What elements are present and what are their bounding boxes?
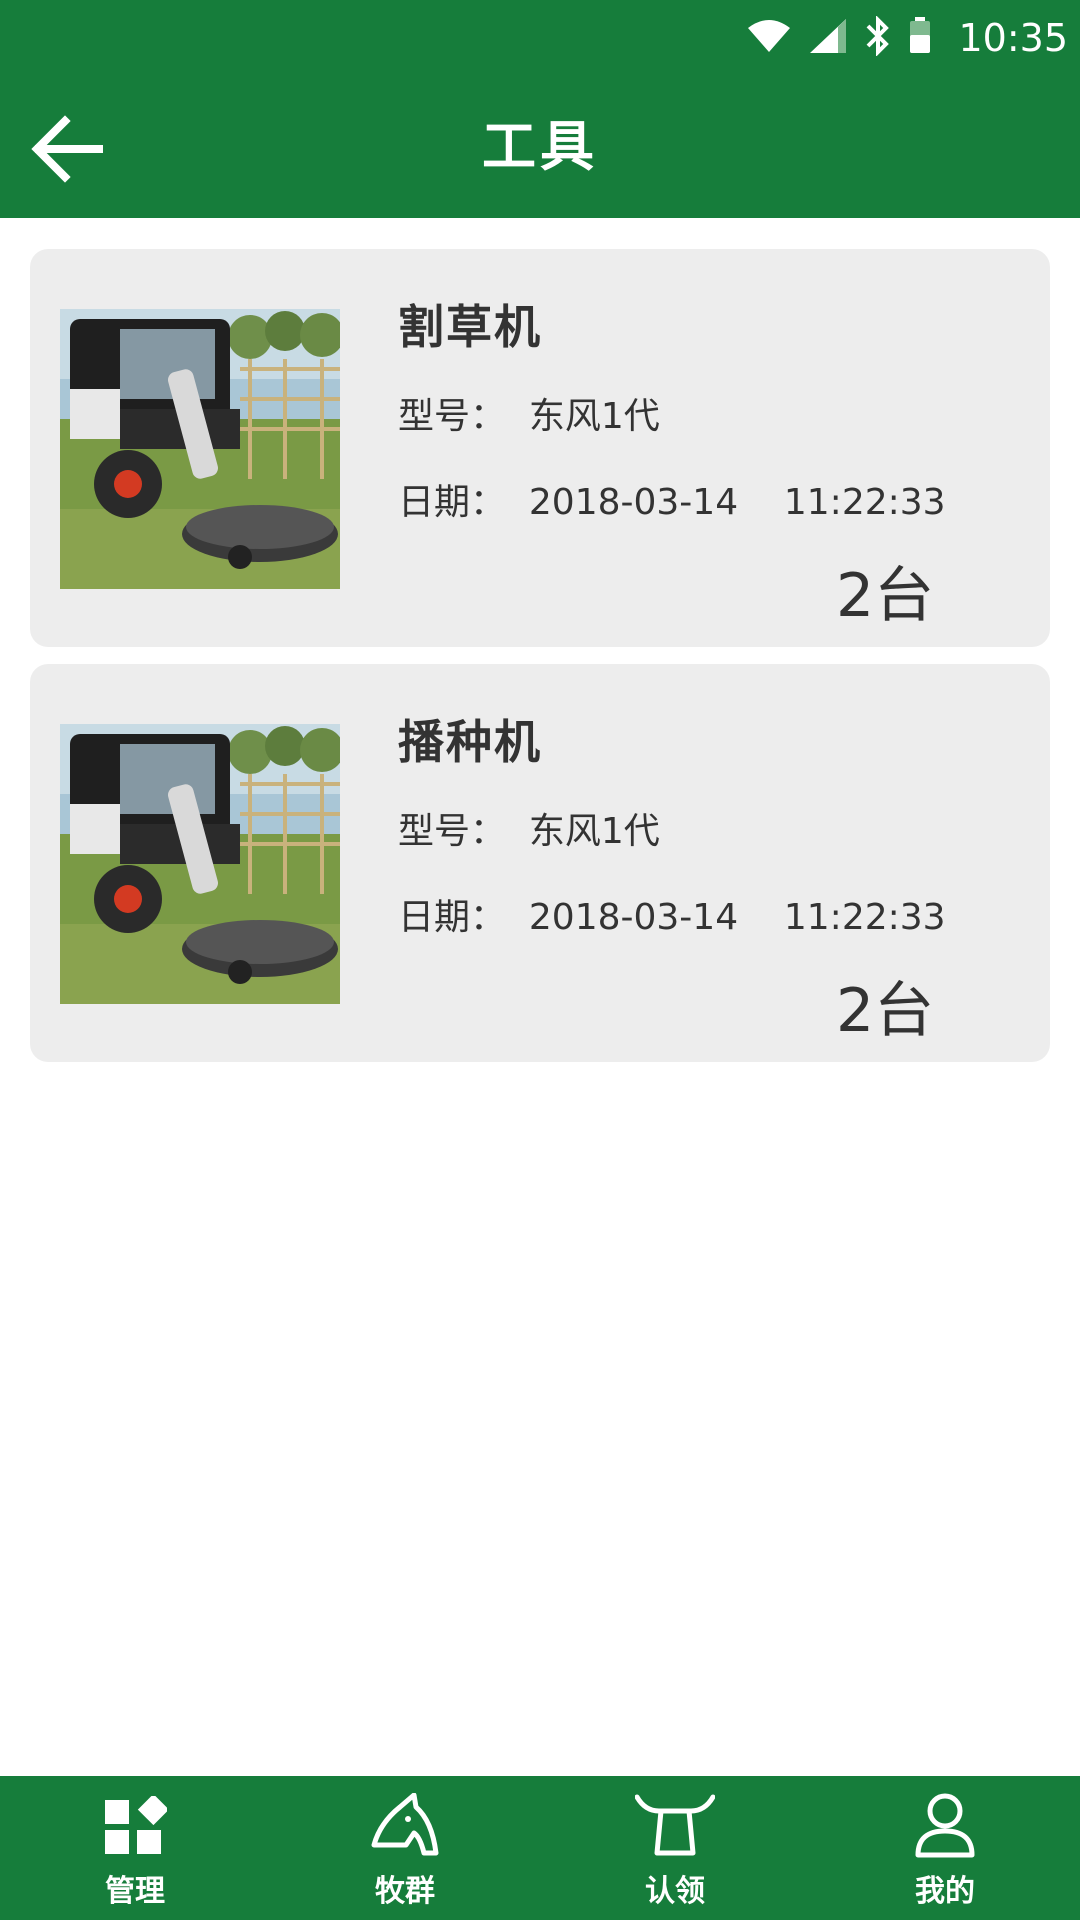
tool-model: 型号： 东风1代 (398, 811, 660, 852)
back-button[interactable] (22, 106, 112, 192)
wifi-icon (746, 18, 792, 58)
bluetooth-icon (864, 15, 892, 60)
nav-item-manage[interactable]: 管理 (0, 1776, 270, 1920)
tool-list: 割草机 型号： 东风1代 日期： 2018-03-14 11:22:33 2台 … (30, 249, 1050, 1079)
tool-card[interactable]: 割草机 型号： 东风1代 日期： 2018-03-14 11:22:33 2台 (30, 249, 1050, 647)
nav-item-mine[interactable]: 我的 (810, 1776, 1080, 1920)
tool-count: 2台 (836, 561, 935, 631)
cell-signal-icon (808, 17, 848, 59)
page-title: 工具 (482, 115, 598, 178)
nav-label: 管理 (105, 1874, 165, 1909)
tool-model: 型号： 东风1代 (398, 396, 660, 437)
nav-item-claim[interactable]: 认领 (540, 1776, 810, 1920)
bull-horns-icon (635, 1794, 715, 1856)
tool-count: 2台 (836, 976, 935, 1046)
tool-name: 播种机 (398, 715, 542, 769)
nav-label: 我的 (915, 1874, 975, 1909)
app-bar: 工具 (0, 76, 1080, 218)
person-icon (915, 1793, 975, 1858)
status-bar: 10:35 (0, 0, 1080, 76)
status-icons: 10:35 (746, 0, 1068, 76)
mower-photo (60, 309, 340, 589)
horse-head-icon (371, 1793, 439, 1856)
mower-photo (60, 724, 340, 1004)
nav-label: 认领 (645, 1874, 705, 1909)
bottom-nav: 管理 牧群 认领 我的 (0, 1776, 1080, 1920)
battery-icon (908, 17, 932, 59)
arrow-left-icon (31, 115, 103, 183)
nav-label: 牧群 (375, 1874, 435, 1909)
tool-card[interactable]: 播种机 型号： 东风1代 日期： 2018-03-14 11:22:33 2台 (30, 664, 1050, 1062)
tool-date: 日期： 2018-03-14 11:22:33 (398, 482, 946, 523)
tool-date: 日期： 2018-03-14 11:22:33 (398, 897, 946, 938)
nav-item-herd[interactable]: 牧群 (270, 1776, 540, 1920)
tool-name: 割草机 (398, 300, 542, 354)
grid-icon (105, 1796, 167, 1854)
status-time: 10:35 (958, 16, 1068, 60)
